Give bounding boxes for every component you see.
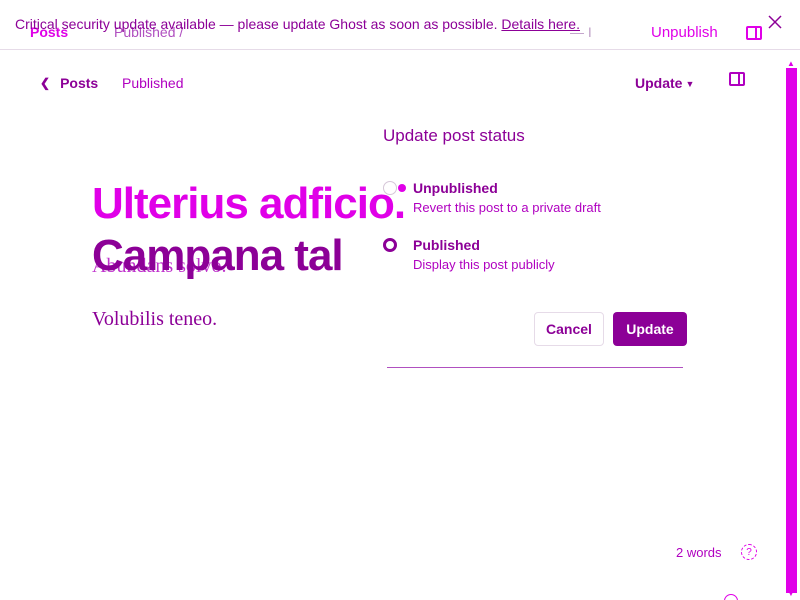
scroll-down-icon[interactable]: ▼ bbox=[787, 589, 795, 598]
help-icon[interactable]: ? bbox=[741, 544, 757, 560]
help-icon-ghost bbox=[724, 594, 738, 600]
radio-unpublished[interactable] bbox=[383, 181, 397, 195]
close-icon[interactable] bbox=[765, 12, 785, 32]
post-title[interactable]: Ulterius adficio. bbox=[92, 179, 406, 228]
option-description: Display this post publicly bbox=[413, 257, 555, 272]
update-trigger-label: Update bbox=[635, 75, 683, 91]
chevron-down-icon: ▼ bbox=[685, 79, 695, 89]
option-description: Revert this post to a private draft bbox=[413, 200, 601, 215]
popover-title: Update post status bbox=[383, 126, 525, 145]
scrollbar[interactable]: ▲ ▼ bbox=[783, 55, 800, 600]
word-count: 2 words bbox=[676, 545, 722, 560]
banner-details-link[interactable]: Details here. bbox=[501, 16, 580, 32]
radio-published[interactable] bbox=[383, 238, 397, 252]
update-status-popover: Update post status Unpublished Revert th… bbox=[365, 110, 705, 380]
banner-text: Critical security update available — ple… bbox=[15, 16, 502, 32]
scroll-up-icon[interactable]: ▲ bbox=[787, 59, 795, 68]
divider bbox=[387, 367, 683, 368]
security-banner: Critical security update available — ple… bbox=[0, 0, 800, 50]
option-label: Unpublished bbox=[413, 180, 498, 196]
banner-message: Critical security update available — ple… bbox=[15, 16, 580, 32]
option-label: Published bbox=[413, 237, 480, 253]
sidebar-toggle-icon[interactable] bbox=[729, 72, 745, 86]
back-to-posts-link[interactable]: ❮ Posts bbox=[40, 75, 98, 91]
update-dropdown-trigger[interactable]: Update ▼ bbox=[635, 75, 694, 91]
scrollbar-thumb[interactable] bbox=[786, 68, 797, 593]
post-status-label: Published bbox=[122, 75, 184, 91]
update-button[interactable]: Update bbox=[613, 312, 687, 346]
post-body-paragraph[interactable]: Volubilis teneo. bbox=[92, 308, 217, 331]
post-title-overlap: Campana tal bbox=[92, 231, 344, 280]
cancel-button[interactable]: Cancel bbox=[534, 312, 604, 346]
back-label: Posts bbox=[60, 75, 99, 91]
chevron-left-icon: ❮ bbox=[40, 76, 51, 90]
